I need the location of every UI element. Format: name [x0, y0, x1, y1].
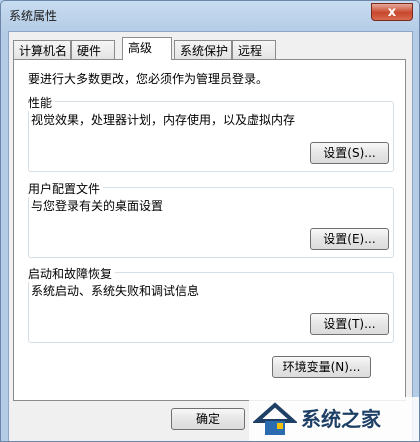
- user-profile-title: 用户配置文件: [25, 180, 104, 197]
- watermark: 系统之家: [249, 397, 419, 441]
- user-profile-group: 用户配置文件 与您登录有关的桌面设置 设置(E)...: [25, 180, 394, 258]
- watermark-text: 系统之家: [301, 407, 381, 431]
- tab-advanced[interactable]: 高级: [122, 37, 172, 60]
- house-logo-icon: [253, 402, 297, 435]
- user-profile-settings-button[interactable]: 设置(E)...: [310, 228, 389, 250]
- environment-variables-button[interactable]: 环境变量(N)...: [272, 356, 371, 378]
- performance-group: 性能 视觉效果，处理器计划，内存使用，以及虚拟内存 设置(S)...: [25, 94, 394, 172]
- performance-settings-button[interactable]: 设置(S)...: [310, 142, 389, 164]
- admin-notice: 要进行大多数更改，您必须作为管理员登录。: [28, 72, 269, 86]
- performance-desc: 视觉效果，处理器计划，内存使用，以及虚拟内存: [31, 113, 296, 127]
- tab-system-protection[interactable]: 系统保护: [174, 40, 232, 59]
- startup-recovery-group: 启动和故障恢复 系统启动、系统失败和调试信息 设置(T)...: [25, 265, 394, 343]
- advanced-panel: 要进行大多数更改，您必须作为管理员登录。 性能 视觉效果，处理器计划，内存使用，…: [13, 59, 406, 401]
- performance-title: 性能: [25, 94, 56, 111]
- tab-hardware[interactable]: 硬件: [71, 40, 115, 59]
- startup-recovery-desc: 系统启动、系统失败和调试信息: [31, 284, 200, 298]
- ok-button[interactable]: 确定: [171, 408, 245, 430]
- tab-remote[interactable]: 远程: [232, 40, 276, 59]
- user-profile-desc: 与您登录有关的桌面设置: [31, 199, 164, 213]
- startup-recovery-title: 启动和故障恢复: [25, 265, 116, 282]
- startup-settings-button[interactable]: 设置(T)...: [310, 313, 389, 335]
- window-title: 系统属性: [9, 9, 58, 23]
- dialog-client: 计算机名 硬件 高级 系统保护 远程 要进行大多数更改，您必须作为管理员登录。 …: [8, 31, 413, 441]
- system-properties-window: 系统属性 x 计算机名 硬件 高级 系统保护 远程 要进行大多数更改，您必须作为…: [0, 0, 420, 442]
- tab-computer-name[interactable]: 计算机名: [13, 40, 71, 59]
- close-button[interactable]: x: [371, 3, 413, 21]
- close-icon: x: [387, 5, 397, 20]
